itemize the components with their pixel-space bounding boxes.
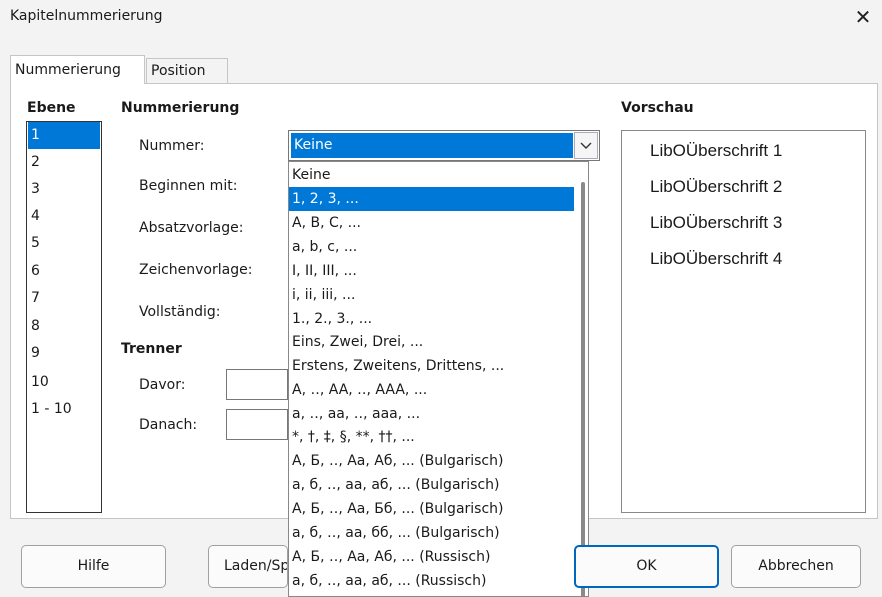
number-combobox[interactable]: Keine <box>288 130 600 161</box>
dropdown-option[interactable]: 1., 2., 3., ... <box>289 307 574 331</box>
dropdown-option[interactable]: a, b, c, ... <box>289 235 574 259</box>
number-dropdown-list[interactable]: Keine 1, 2, 3, ... A, B, C, ... a, b, c,… <box>288 161 589 597</box>
dropdown-option[interactable]: A, B, C, ... <box>289 211 574 235</box>
dropdown-option[interactable]: а, б, ‥, аа, аб, ... (Bulgarisch) <box>289 473 574 497</box>
level-item-4[interactable]: 4 <box>28 203 100 230</box>
character-style-label: Zeichenvorlage: <box>139 262 253 278</box>
show-sublevels-label: Vollständig: <box>139 304 221 320</box>
before-label: Davor: <box>139 377 186 393</box>
preview-line: LibOÜberschrift 1 <box>650 141 783 160</box>
level-item-3[interactable]: 3 <box>28 176 100 203</box>
title-bar: Kapitelnummerierung ✕ <box>0 0 882 36</box>
dropdown-option[interactable]: А, Б, ‥, Аа, Аб, ... (Bulgarisch) <box>289 449 574 473</box>
level-item-8[interactable]: 8 <box>28 313 100 340</box>
cancel-button[interactable]: Abbrechen <box>731 545 861 588</box>
level-item-5[interactable]: 5 <box>28 230 100 257</box>
window-title: Kapitelnummerierung <box>10 8 163 24</box>
level-item-6[interactable]: 6 <box>28 258 100 285</box>
preview-line: LibOÜberschrift 3 <box>650 213 783 232</box>
start-at-label: Beginnen mit: <box>139 178 238 194</box>
preview-line: LibOÜberschrift 2 <box>650 177 783 196</box>
dropdown-option[interactable]: i, ii, iii, ... <box>289 283 574 307</box>
before-input[interactable] <box>226 369 288 400</box>
preview-heading: Vorschau <box>621 100 694 116</box>
load-save-button[interactable]: Laden/Speichern <box>208 545 288 588</box>
number-combobox-value: Keine <box>291 133 573 158</box>
preview-line: LibOÜberschrift 4 <box>650 249 783 268</box>
dropdown-option[interactable]: А, Б, ‥, Аа, Бб, ... (Bulgarisch) <box>289 497 574 521</box>
after-label: Danach: <box>139 417 198 433</box>
level-item-2[interactable]: 2 <box>28 149 100 176</box>
dropdown-option[interactable]: *, †, ‡, §, **, ††, ... <box>289 425 574 449</box>
dropdown-option[interactable]: а, б, ‥, аа, бб, ... (Bulgarisch) <box>289 521 574 545</box>
help-button[interactable]: Hilfe <box>21 545 166 588</box>
dropdown-option[interactable]: A, ‥, AA, ‥, AAA, ... <box>289 378 574 402</box>
separator-heading: Trenner <box>121 341 182 357</box>
preview-box: LibOÜberschrift 1 LibOÜberschrift 2 LibO… <box>621 130 866 513</box>
dropdown-option[interactable]: Keine <box>289 163 574 187</box>
close-icon[interactable]: ✕ <box>850 3 876 31</box>
dropdown-option[interactable]: Eins, Zwei, Drei, ... <box>289 330 574 354</box>
after-input[interactable] <box>226 409 288 440</box>
dropdown-button[interactable] <box>574 132 598 159</box>
paragraph-style-label: Absatzvorlage: <box>139 220 244 236</box>
level-heading: Ebene <box>27 100 76 116</box>
dropdown-scrollbar[interactable] <box>581 182 585 596</box>
tab-position[interactable]: Position <box>146 58 228 84</box>
dropdown-option-highlighted[interactable]: 1, 2, 3, ... <box>289 187 574 211</box>
dropdown-option[interactable]: а, б, ‥, аа, аб, ... (Russisch) <box>289 569 574 593</box>
numbering-heading: Nummerierung <box>121 100 240 116</box>
dropdown-option[interactable]: a, ‥, aa, ‥, aaa, ... <box>289 402 574 426</box>
ok-button[interactable]: OK <box>574 545 719 588</box>
level-list[interactable]: 1 2 3 4 5 6 7 8 9 10 1 - 10 <box>26 121 102 513</box>
tab-nummerierung[interactable]: Nummerierung <box>10 55 145 84</box>
level-item-10[interactable]: 10 <box>28 369 100 396</box>
dropdown-option[interactable]: I, II, III, ... <box>289 259 574 283</box>
level-item-7[interactable]: 7 <box>28 285 100 312</box>
dropdown-option[interactable]: Erstens, Zweitens, Drittens, ... <box>289 354 574 378</box>
number-label: Nummer: <box>139 138 205 154</box>
chevron-down-icon <box>580 142 592 149</box>
level-item-1[interactable]: 1 <box>28 122 100 149</box>
level-item-all[interactable]: 1 - 10 <box>28 396 100 423</box>
dropdown-option[interactable]: А, Б, ‥, Аа, Аб, ... (Russisch) <box>289 545 574 569</box>
level-item-9[interactable]: 9 <box>28 340 100 367</box>
